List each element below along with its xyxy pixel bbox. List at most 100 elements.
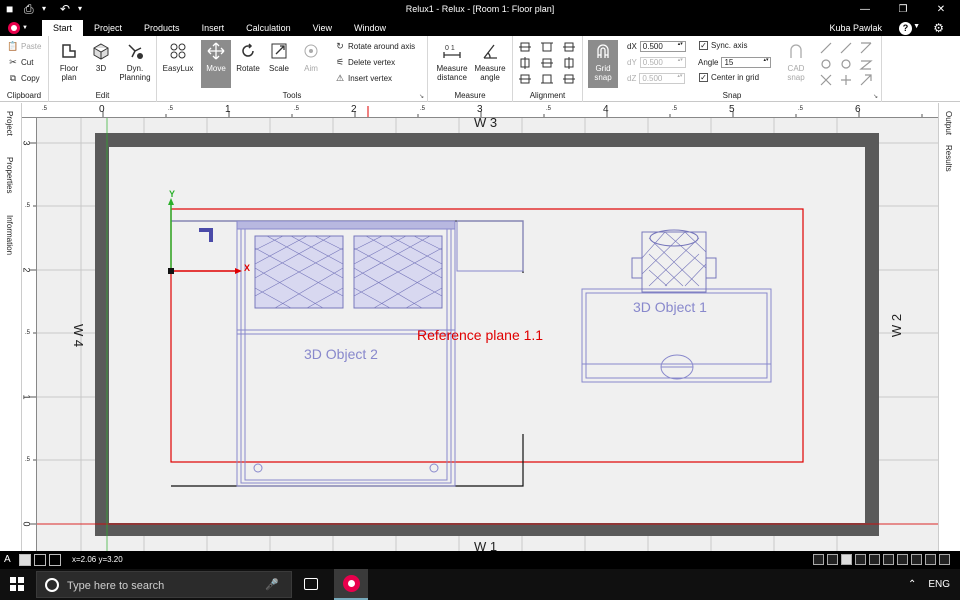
ruler-label: 1 <box>22 394 32 400</box>
tab-products[interactable]: Products <box>133 20 191 36</box>
tab-project-panel[interactable]: Project <box>5 111 14 136</box>
rotate-axis-icon: ↻ <box>336 40 344 51</box>
ruler-label: 4 <box>603 104 609 115</box>
measure-group: 0 1 Measure distance Measure angle Measu… <box>428 36 513 102</box>
paste-button[interactable]: 📋 Paste <box>7 41 41 51</box>
help-button[interactable]: ? <box>899 22 912 35</box>
snap-dialog-launcher-icon[interactable]: ↘ <box>873 93 878 100</box>
cortana-circle-icon <box>45 578 59 592</box>
wall-label-w4[interactable]: W 4 <box>71 324 86 347</box>
angle-input[interactable]: 15 <box>721 57 772 68</box>
dx-field[interactable]: dX 0.500 <box>627 41 686 52</box>
rotate-around-axis-button[interactable]: ↻ Rotate around axis <box>335 41 415 51</box>
grid-snap-button[interactable]: Grid snap <box>588 40 618 88</box>
copy-button[interactable]: ⧉ Copy <box>8 73 40 83</box>
tab-insert[interactable]: Insert <box>191 20 236 36</box>
layer-toggle-icon[interactable] <box>827 554 838 565</box>
layout-view-icon[interactable] <box>19 554 31 566</box>
shade-toggle-icon[interactable] <box>925 554 936 565</box>
tab-properties-panel[interactable]: Properties <box>5 157 14 193</box>
wire-toggle-icon[interactable] <box>911 554 922 565</box>
tab-window[interactable]: Window <box>343 20 397 36</box>
tab-results-panel[interactable]: Results <box>944 145 953 172</box>
help-dropdown-icon[interactable]: ▼ <box>913 23 920 30</box>
text-size-icon[interactable]: A <box>4 554 16 566</box>
tab-calculation[interactable]: Calculation <box>235 20 302 36</box>
center-in-grid-checkbox[interactable]: ✓ Center in grid <box>699 73 759 82</box>
measure-angle-button[interactable]: Measure angle <box>472 40 508 82</box>
delete-vertex-button[interactable]: ⚟ Delete vertex <box>335 57 395 67</box>
copy-icon: ⧉ <box>9 72 17 83</box>
object-2-label[interactable]: 3D Object 2 <box>304 346 378 362</box>
dy-input[interactable]: 0.500 <box>639 57 686 68</box>
tab-start[interactable]: Start <box>42 20 84 36</box>
alignment-group-label: Alignment <box>529 91 566 100</box>
cut-button[interactable]: ✂ Cut <box>8 57 33 67</box>
snap-toggle-icon[interactable] <box>813 554 824 565</box>
dyn-planning-button[interactable]: Dyn. Planning <box>117 40 153 82</box>
cube-icon <box>91 40 111 62</box>
move-button[interactable]: Move <box>201 40 231 88</box>
object-1-label[interactable]: 3D Object 1 <box>633 299 707 315</box>
ruler-label: 1 <box>225 104 231 115</box>
ruler-label: 3 <box>22 140 32 146</box>
snap-mode-buttons-icon[interactable] <box>817 39 877 89</box>
dz-input[interactable]: 0.500 <box>639 73 686 84</box>
insert-vertex-button[interactable]: ⚠ Insert vertex <box>335 73 392 83</box>
tray-expand-icon[interactable]: ⌃ <box>908 579 916 590</box>
minimize-button[interactable]: — <box>846 0 884 20</box>
wall-label-w1[interactable]: W 1 <box>474 539 497 551</box>
dx-input[interactable]: 0.500 <box>639 41 686 52</box>
tab-view[interactable]: View <box>302 20 343 36</box>
maximize-button[interactable]: ❐ <box>884 0 922 20</box>
relux-app-icon <box>343 575 360 592</box>
microphone-icon[interactable]: 🎤 <box>265 578 279 591</box>
ruler-half-label: .5 <box>25 203 31 209</box>
easylux-button[interactable]: EasyLux <box>162 40 194 73</box>
task-view-icon[interactable] <box>304 578 318 590</box>
app-menu-button[interactable]: ▼ <box>8 21 32 35</box>
floor-plan-button[interactable]: Floor plan <box>54 40 84 82</box>
dy-field[interactable]: dY 0.500 <box>627 57 686 68</box>
sync-axis-checkbox[interactable]: ✓ Sync. axis <box>699 41 747 50</box>
display-toggle-icon[interactable] <box>841 554 852 565</box>
tab-project[interactable]: Project <box>83 20 133 36</box>
settings-gear-icon[interactable]: ⚙ <box>933 21 944 35</box>
light-toggle-icon[interactable] <box>939 554 950 565</box>
alignment-buttons-icon[interactable] <box>513 39 583 89</box>
render-toggle-icon[interactable] <box>855 554 866 565</box>
dz-field[interactable]: dZ 0.500 <box>627 73 686 84</box>
relux-taskbar-button[interactable] <box>334 569 368 600</box>
taskbar-search-box[interactable]: Type here to search 🎤 <box>36 571 292 598</box>
wall-label-w3[interactable]: W 3 <box>474 118 497 130</box>
wall-label-w2[interactable]: W 2 <box>889 314 904 337</box>
reference-plane-label[interactable]: Reference plane 1.1 <box>417 327 543 343</box>
aim-button[interactable]: Aim <box>296 40 326 73</box>
floor-plan-canvas[interactable]: W 3 W 2 W 1 W 4 Reference plane 1.1 3D O… <box>37 118 938 551</box>
measure-distance-button[interactable]: 0 1 Measure distance <box>433 40 471 82</box>
list-view-icon[interactable] <box>49 554 61 566</box>
windows-start-icon[interactable] <box>10 577 24 591</box>
zoom-toggle-icon[interactable] <box>869 554 880 565</box>
window-title: Relux1 - Relux - [Room 1: Floor plan] <box>405 4 555 14</box>
ruler-half-label: .5 <box>672 106 678 112</box>
3d-view-button[interactable]: 3D <box>86 40 116 73</box>
tools-dialog-launcher-icon[interactable]: ↘ <box>419 93 424 100</box>
user-name[interactable]: Kuba Pawlak <box>829 23 882 33</box>
pan-toggle-icon[interactable] <box>883 554 894 565</box>
tab-information-panel[interactable]: Information <box>5 215 14 255</box>
close-button[interactable]: ✕ <box>922 0 960 20</box>
delete-vertex-icon: ⚟ <box>335 56 345 67</box>
system-tray: ⌃ ENG <box>908 579 950 590</box>
status-bar: A x=2.06 y=3.20 <box>0 551 960 569</box>
language-indicator[interactable]: ENG <box>928 579 950 590</box>
tab-output-panel[interactable]: Output <box>944 111 953 135</box>
scissors-icon: ✂ <box>9 56 17 67</box>
fit-toggle-icon[interactable] <box>897 554 908 565</box>
grid-view-icon[interactable] <box>34 554 46 566</box>
rotate-button[interactable]: Rotate <box>233 40 263 73</box>
ruler-half-label: .5 <box>546 106 552 112</box>
scale-button[interactable]: Scale <box>264 40 294 73</box>
cad-snap-button[interactable]: CAD snap <box>781 40 811 82</box>
angle-field[interactable]: Angle 15 <box>698 57 772 68</box>
